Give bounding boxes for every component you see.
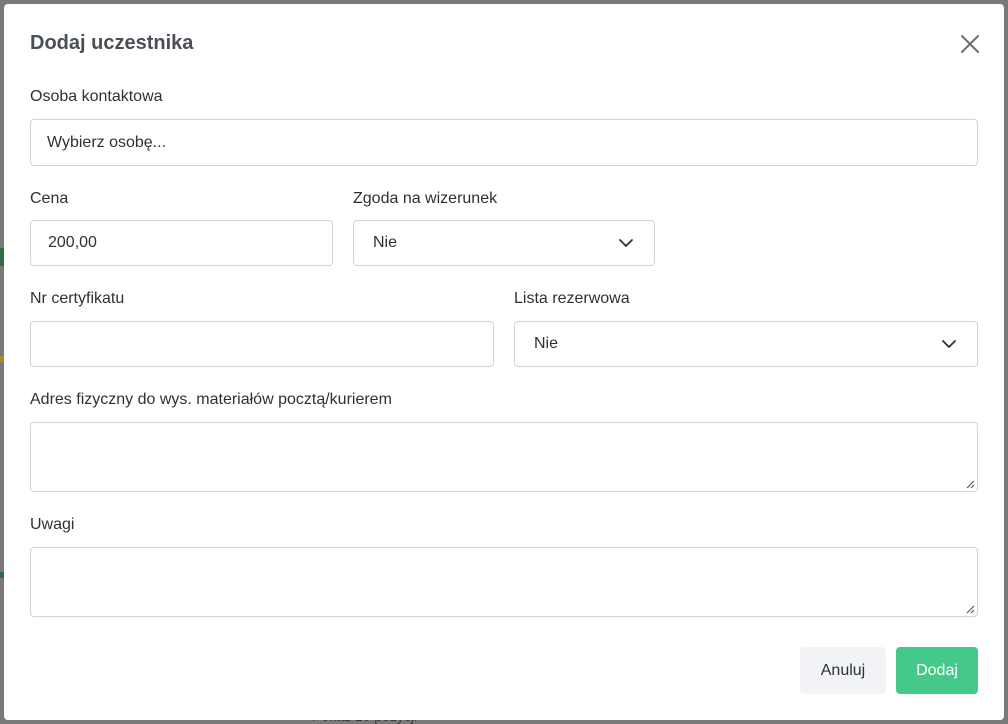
chevron-down-icon (619, 239, 633, 247)
contact-select[interactable]: Wybierz osobę... (30, 119, 978, 166)
chevron-down-icon (942, 340, 956, 348)
certificate-input[interactable] (30, 321, 494, 367)
reserve-list-label: Lista rezerwowa (514, 290, 630, 307)
notes-label: Uwagi (30, 516, 75, 533)
contact-label: Osoba kontaktowa (30, 88, 163, 105)
close-icon (961, 35, 979, 53)
price-value: 200,00 (48, 234, 97, 251)
reserve-list-select[interactable]: Nie (514, 321, 978, 367)
address-label: Adres fizyczny do wys. materiałów pocztą… (30, 391, 392, 408)
resize-handle-icon[interactable] (965, 604, 975, 614)
close-button[interactable] (958, 32, 982, 56)
price-label: Cena (30, 190, 69, 207)
notes-textarea[interactable] (30, 547, 978, 617)
price-input[interactable]: 200,00 (30, 220, 333, 266)
certificate-label: Nr certyfikatu (30, 290, 125, 307)
reserve-list-value: Nie (534, 335, 559, 352)
dialog-title: Dodaj uczestnika (30, 32, 194, 54)
image-consent-label: Zgoda na wizerunek (353, 190, 498, 207)
resize-handle-icon[interactable] (965, 479, 975, 489)
image-consent-value: Nie (373, 234, 398, 251)
add-participant-dialog: Dodaj uczestnika Osoba kontaktowa Wybier… (4, 4, 1004, 720)
cancel-button[interactable]: Anuluj (800, 647, 886, 694)
contact-placeholder: Wybierz osobę... (47, 133, 167, 151)
image-consent-select[interactable]: Nie (353, 220, 655, 266)
address-textarea[interactable] (30, 422, 978, 492)
add-button[interactable]: Dodaj (896, 647, 978, 694)
